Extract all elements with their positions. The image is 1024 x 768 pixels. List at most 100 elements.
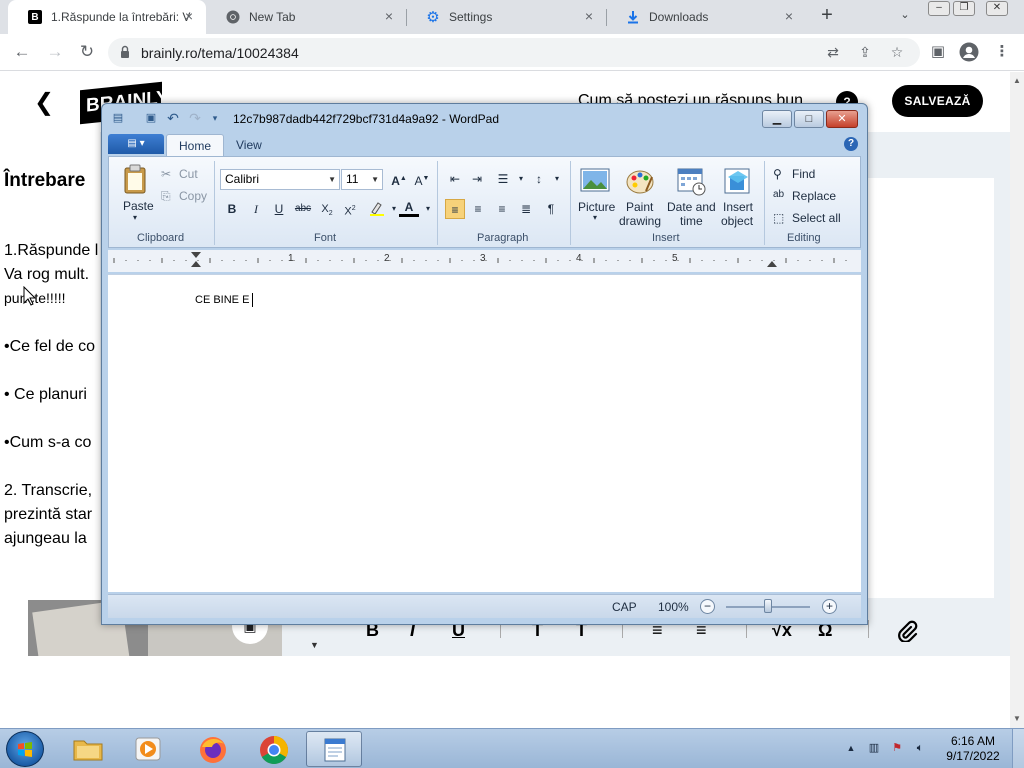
- new-tab-button[interactable]: +: [817, 5, 837, 26]
- font-color-icon[interactable]: A: [399, 199, 419, 217]
- date-time-label[interactable]: Date and: [667, 200, 716, 214]
- save-button[interactable]: SALVEAZĂ: [892, 85, 983, 117]
- share-icon[interactable]: ⇪: [856, 44, 874, 62]
- redo-icon[interactable]: ↷: [188, 111, 202, 125]
- replace-button[interactable]: Replace: [792, 189, 836, 203]
- wordpad-maximize-button[interactable]: □: [794, 110, 824, 128]
- paint-drawing-label[interactable]: drawing: [619, 214, 661, 228]
- forward-arrow-icon[interactable]: →: [44, 41, 66, 63]
- increase-indent-icon[interactable]: ⇥: [467, 169, 487, 189]
- font-color-dropdown-icon[interactable]: ▾: [418, 199, 438, 219]
- volume-icon[interactable]: 🔈︎: [913, 741, 927, 755]
- copy-button[interactable]: Copy: [179, 189, 207, 203]
- taskbar-clock[interactable]: 6:16 AM 9/17/2022: [940, 734, 1006, 764]
- picture-button[interactable]: Picture: [578, 200, 615, 214]
- wordpad-app-icon[interactable]: ▤: [111, 111, 125, 125]
- strikethrough-icon[interactable]: abc: [293, 199, 313, 219]
- paste-dropdown-icon[interactable]: ▾: [133, 213, 137, 222]
- align-center-icon[interactable]: ≡: [468, 199, 488, 219]
- bold-icon[interactable]: B: [222, 199, 242, 219]
- wordpad-title-bar[interactable]: ▤ ▣ ↶ ↷ ▾ 12c7b987dadb442f729bcf731d4a9a…: [102, 104, 867, 131]
- line-spacing-dropdown-icon[interactable]: ▾: [547, 169, 567, 189]
- tab-view[interactable]: View: [224, 134, 274, 156]
- bullet-list-icon[interactable]: ☰: [493, 169, 513, 189]
- profile-avatar-icon[interactable]: [959, 42, 979, 62]
- translate-icon[interactable]: ⇄: [824, 44, 842, 62]
- customize-quick-access-icon[interactable]: ▾: [208, 111, 222, 125]
- address-bar[interactable]: brainly.ro/tema/10024384 ⇄ ⇪ ☆: [108, 38, 920, 67]
- close-icon[interactable]: ×: [582, 9, 596, 24]
- answer-card[interactable]: [866, 178, 994, 598]
- superscript-icon[interactable]: X2: [340, 199, 360, 219]
- font-family-select[interactable]: Calibri ▼: [220, 169, 340, 190]
- taskbar-media-player[interactable]: [120, 731, 176, 767]
- zoom-slider-thumb[interactable]: [764, 599, 772, 613]
- paragraph-settings-icon[interactable]: ¶: [541, 199, 561, 219]
- paste-clipboard-icon[interactable]: [120, 163, 152, 195]
- close-icon[interactable]: ×: [382, 9, 396, 24]
- scroll-up-arrow-icon[interactable]: ▲: [1013, 76, 1021, 85]
- justify-icon[interactable]: ≣: [516, 199, 536, 219]
- right-indent-marker[interactable]: [767, 261, 777, 267]
- underline-icon[interactable]: U: [269, 199, 289, 219]
- show-hidden-icons-icon[interactable]: ▲: [844, 741, 858, 755]
- save-disk-icon[interactable]: ▣: [144, 111, 158, 125]
- paint-palette-icon[interactable]: [624, 165, 656, 197]
- action-center-flag-icon[interactable]: ⚑: [890, 741, 904, 755]
- cut-button[interactable]: Cut: [179, 167, 198, 181]
- taskbar-chrome[interactable]: [246, 731, 302, 767]
- calendar-clock-icon[interactable]: [675, 165, 707, 197]
- attach-paperclip-icon[interactable]: [896, 620, 918, 647]
- show-desktop-button[interactable]: [1012, 729, 1024, 768]
- grow-font-icon[interactable]: A▲: [389, 169, 409, 189]
- insert-object-label[interactable]: Insert: [723, 200, 753, 214]
- page-scrollbar[interactable]: [1010, 72, 1024, 728]
- align-right-icon[interactable]: ≡: [492, 199, 512, 219]
- restore-button[interactable]: ❐: [953, 1, 975, 16]
- insert-object-label[interactable]: object: [721, 214, 753, 228]
- picture-icon[interactable]: [579, 165, 611, 197]
- date-time-label[interactable]: time: [680, 214, 703, 228]
- wordpad-close-button[interactable]: ✕: [826, 110, 858, 128]
- back-chevron-icon[interactable]: ❮: [34, 88, 54, 117]
- insert-object-icon[interactable]: [722, 165, 754, 197]
- align-left-icon[interactable]: ≡: [445, 199, 465, 219]
- dropdown-arrow-icon[interactable]: ▼: [310, 640, 319, 650]
- undo-icon[interactable]: ↶: [166, 111, 180, 125]
- close-window-button[interactable]: ✕: [986, 1, 1008, 16]
- find-button[interactable]: Find: [792, 167, 815, 181]
- help-icon[interactable]: ?: [844, 137, 858, 151]
- close-icon[interactable]: ×: [782, 9, 796, 24]
- first-line-indent-marker[interactable]: [191, 252, 201, 258]
- close-icon[interactable]: ×: [182, 9, 196, 24]
- scroll-down-arrow-icon[interactable]: ▼: [1013, 714, 1021, 723]
- taskbar-firefox[interactable]: [185, 731, 241, 767]
- more-menu-icon[interactable]: ⋮: [992, 42, 1012, 62]
- document-text[interactable]: CE BINE E: [195, 293, 254, 307]
- tab-downloads[interactable]: Downloads ×: [606, 0, 806, 34]
- tab-search-chevron-icon[interactable]: ⌄: [896, 8, 914, 26]
- bookmark-star-icon[interactable]: ☆: [888, 44, 906, 62]
- shrink-font-icon[interactable]: A▼: [412, 169, 432, 189]
- network-icon[interactable]: ▥: [867, 741, 881, 755]
- picture-dropdown-icon[interactable]: ▾: [593, 213, 597, 222]
- left-indent-marker[interactable]: [191, 261, 201, 267]
- wordpad-minimize-button[interactable]: ▁: [762, 110, 792, 128]
- select-all-button[interactable]: Select all: [792, 211, 841, 225]
- decrease-indent-icon[interactable]: ⇤: [445, 169, 465, 189]
- list-dropdown-icon[interactable]: ▾: [511, 169, 531, 189]
- paste-button[interactable]: Paste: [123, 199, 154, 213]
- taskbar-wordpad[interactable]: [306, 731, 362, 767]
- file-menu-button[interactable]: ▤ ▾: [108, 134, 164, 154]
- paint-drawing-label[interactable]: Paint: [626, 200, 653, 214]
- minimize-button[interactable]: –: [928, 1, 950, 16]
- tab-settings[interactable]: ⚙ Settings ×: [406, 0, 606, 34]
- tab-home[interactable]: Home: [166, 134, 225, 156]
- start-button[interactable]: [6, 731, 44, 767]
- side-panel-icon[interactable]: ▣: [928, 42, 948, 62]
- document-editing-area[interactable]: CE BINE E: [108, 274, 861, 592]
- back-arrow-icon[interactable]: ←: [11, 41, 33, 63]
- ruler[interactable]: 1 2 3 4 5: [108, 250, 861, 272]
- zoom-out-button[interactable]: −: [700, 599, 715, 614]
- tab-new-tab[interactable]: New Tab ×: [206, 0, 406, 34]
